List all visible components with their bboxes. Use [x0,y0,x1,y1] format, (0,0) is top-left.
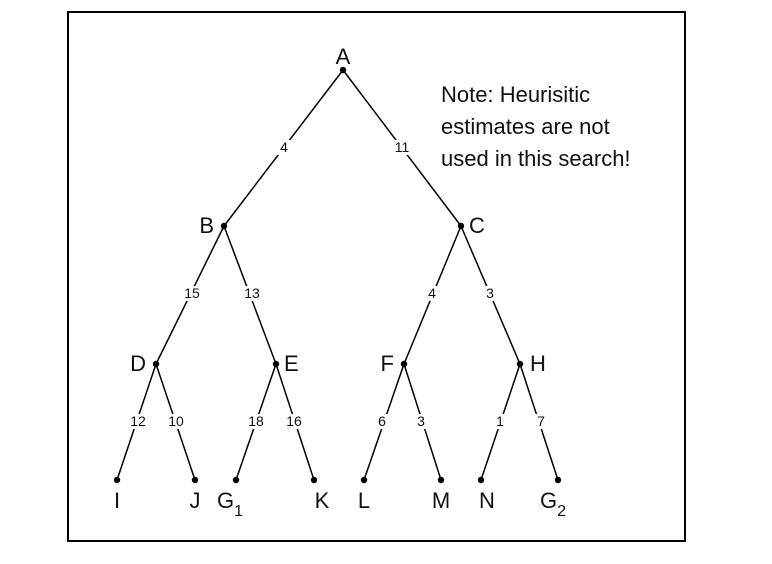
note-line-2: estimates are not [441,114,610,139]
node-dot-G1 [232,476,240,484]
node-label-I: I [114,488,120,513]
node-dot-F [400,360,408,368]
edge-cost-H-G2: 7 [537,413,545,429]
node-label-A: A [336,44,351,69]
node-dot-I [113,476,121,484]
node-dot-H [516,360,524,368]
node-label-F: F [381,351,394,376]
node-dot-N [477,476,485,484]
node-dot-G2 [554,476,562,484]
node-label-C: C [469,213,485,238]
edge-cost-A-C: 11 [395,139,410,155]
note-line-1: Note: Heurisitic [441,82,590,107]
node-dot-D [152,360,160,368]
node-label-E: E [284,351,299,376]
edge-cost-C-F: 4 [428,285,436,301]
edge-cost-C-H: 3 [486,285,494,301]
node-subscript-G1: 1 [234,503,243,520]
node-dot-M [437,476,445,484]
note-line-3: used in this search! [441,146,631,171]
edge-cost-B-E: 13 [244,285,260,301]
edge-cost-B-D: 15 [184,285,200,301]
edge-cost-E-G1: 18 [248,413,264,429]
node-label-L: L [358,488,370,513]
edge-cost-H-N: 1 [496,413,504,429]
edge-cost-A-B: 4 [280,139,288,155]
node-dot-C [457,222,465,230]
node-subscript-G2: 2 [557,503,566,520]
node-label-D: D [130,351,146,376]
node-label-M: M [432,488,450,513]
search-tree-diagram: 4 1115 13 4 312 10 18 16 6 3 1 7 AB CD E F HI J G1 K L M N G2 … [67,11,686,542]
node-label-K: K [315,488,330,513]
node-label-J: J [190,488,201,513]
node-dot-E [272,360,280,368]
node-dot-J [191,476,199,484]
edge-cost-E-K: 16 [286,413,302,429]
node-dot-K [310,476,318,484]
node-dot-L [360,476,368,484]
node-label-B: B [199,213,214,238]
node-label-N: N [479,488,495,513]
edge-cost-F-M: 3 [417,413,425,429]
edge-cost-F-L: 6 [378,413,386,429]
edge-cost-D-J: 10 [168,413,184,429]
node-dot-B [220,222,228,230]
node-label-H: H [530,351,546,376]
edge-cost-D-I: 12 [130,413,146,429]
